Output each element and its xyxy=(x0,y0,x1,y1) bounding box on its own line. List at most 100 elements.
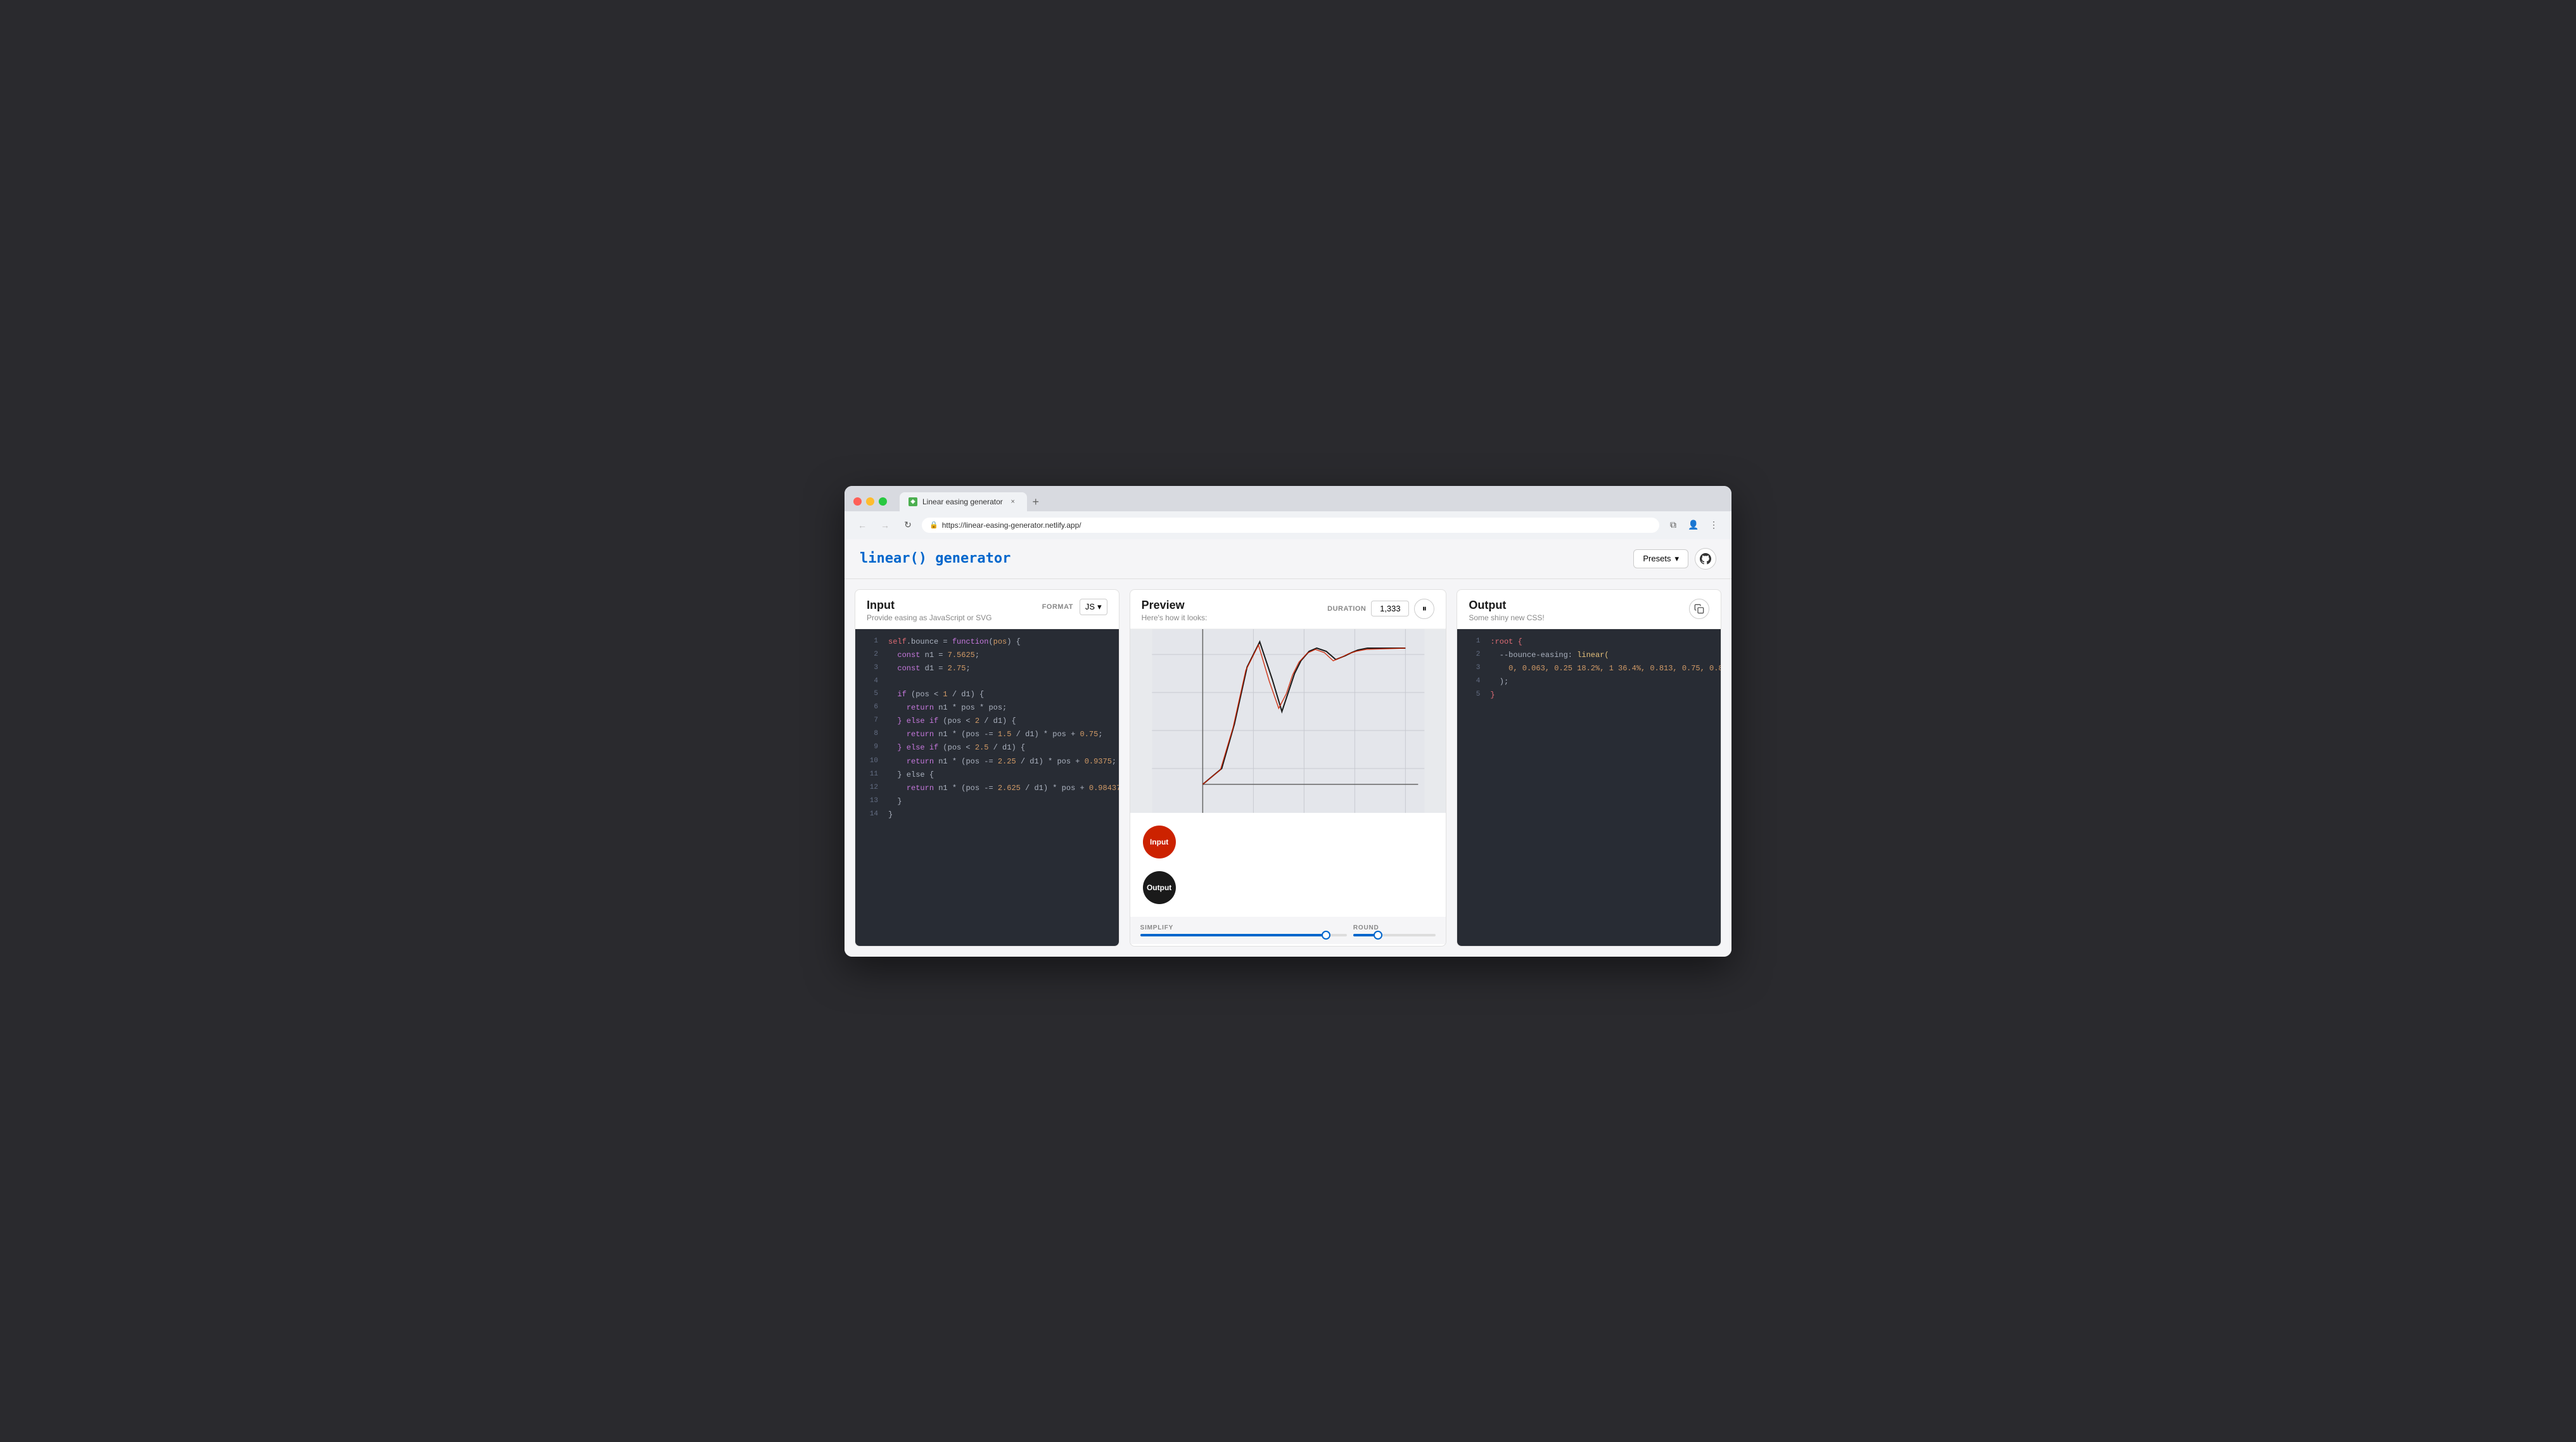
copy-icon xyxy=(1694,604,1704,614)
output-panel-subtitle: Some shiny new CSS! xyxy=(1469,613,1544,622)
tab-bar: ◈ Linear easing generator × + xyxy=(900,492,1723,511)
code-text: } xyxy=(888,809,893,821)
output-code-line: 2 --bounce-easing: linear( xyxy=(1457,649,1721,662)
line-number: 5 xyxy=(1465,689,1480,701)
output-panel-title-group: Output Some shiny new CSS! xyxy=(1469,599,1544,622)
line-number: 10 xyxy=(863,756,878,767)
line-number: 1 xyxy=(863,636,878,648)
code-token xyxy=(888,784,907,793)
line-number: 6 xyxy=(863,702,878,713)
code-text: const d1 = 2.75; xyxy=(888,663,971,675)
maximize-window-button[interactable] xyxy=(879,497,887,506)
code-token: 2 xyxy=(975,717,979,725)
line-number: 4 xyxy=(863,676,878,687)
back-button[interactable]: ← xyxy=(853,516,871,534)
address-bar[interactable]: 🔒 https://linear-easing-generator.netlif… xyxy=(922,518,1659,533)
sliders-row: SIMPLIFY ROUND xyxy=(1130,917,1446,944)
line-number: 2 xyxy=(1465,649,1480,661)
line-number: 3 xyxy=(1465,663,1480,674)
panels: Input Provide easing as JavaScript or SV… xyxy=(845,579,1731,957)
header-actions: Presets ▾ xyxy=(1633,548,1716,570)
code-token: 2.625 xyxy=(998,784,1021,793)
format-chevron-icon: ▾ xyxy=(1097,602,1102,612)
play-pause-button[interactable]: ⏸ xyxy=(1414,599,1434,619)
output-animation-row: Output xyxy=(1143,871,1434,904)
code-token xyxy=(888,664,897,673)
code-text: return n1 * pos * pos; xyxy=(888,702,1007,714)
input-panel-subtitle: Provide easing as JavaScript or SVG xyxy=(867,613,992,622)
presets-button[interactable]: Presets ▾ xyxy=(1633,549,1688,568)
code-token: ( xyxy=(988,637,993,646)
preview-panel-title-group: Preview Here's how it looks: xyxy=(1142,599,1208,622)
round-slider-group: ROUND xyxy=(1353,924,1436,936)
code-line: 7 } else if (pos < 2 / d1) { xyxy=(855,715,1119,728)
code-text: } else if (pos < 2.5 / d1) { xyxy=(888,742,1025,754)
round-track xyxy=(1353,934,1436,936)
simplify-fill xyxy=(1140,934,1327,936)
code-token: n1 = xyxy=(920,651,947,660)
preview-panel-title: Preview xyxy=(1142,599,1208,612)
menu-button[interactable]: ⋮ xyxy=(1705,516,1723,534)
code-editor[interactable]: 1self.bounce = function(pos) {2 const n1… xyxy=(855,629,1119,946)
code-text: } xyxy=(888,796,902,808)
browser-tab-active[interactable]: ◈ Linear easing generator × xyxy=(900,492,1027,511)
code-text: const n1 = 7.5625; xyxy=(888,649,979,661)
minimize-window-button[interactable] xyxy=(866,497,874,506)
simplify-thumb[interactable] xyxy=(1322,931,1330,940)
github-icon xyxy=(1700,553,1711,565)
code-line: 12 return n1 * (pos -= 2.625 / d1) * pos… xyxy=(855,782,1119,795)
code-token: n1 * (pos -= xyxy=(934,757,998,766)
extensions-button[interactable]: ⧉ xyxy=(1664,516,1682,534)
line-number: 5 xyxy=(863,689,878,700)
code-token: / d1) * pos + xyxy=(1016,757,1085,766)
input-panel-title-group: Input Provide easing as JavaScript or SV… xyxy=(867,599,992,622)
input-ball[interactable]: Input xyxy=(1143,826,1176,858)
forward-button[interactable]: → xyxy=(876,516,894,534)
code-line: 10 return n1 * (pos -= 2.25 / d1) * pos … xyxy=(855,755,1119,769)
duration-input[interactable]: 1,333 xyxy=(1371,601,1409,616)
line-number: 1 xyxy=(1465,636,1480,648)
code-token: / d1) * pos + xyxy=(1021,784,1089,793)
code-token xyxy=(888,690,897,699)
code-token: } xyxy=(888,810,893,819)
code-line: 6 return n1 * pos * pos; xyxy=(855,701,1119,715)
format-value: JS xyxy=(1085,602,1095,611)
code-token: (pos < xyxy=(938,717,975,725)
code-text: return n1 * (pos -= 2.625 / d1) * pos + … xyxy=(888,782,1119,794)
code-token: if xyxy=(897,690,906,699)
new-tab-button[interactable]: + xyxy=(1027,494,1045,511)
simplify-label: SIMPLIFY xyxy=(1140,924,1347,931)
code-token: / d1) { xyxy=(979,717,1016,725)
code-text: return n1 * (pos -= 2.25 / d1) * pos + 0… xyxy=(888,756,1116,768)
app-header: linear() generator Presets ▾ xyxy=(845,539,1731,579)
profile-button[interactable]: 👤 xyxy=(1685,516,1702,534)
code-token xyxy=(888,770,897,779)
line-number: 14 xyxy=(863,809,878,820)
code-token: ) { xyxy=(1007,637,1021,646)
app-content: linear() generator Presets ▾ Inpu xyxy=(845,539,1731,957)
code-text: --bounce-easing: linear( xyxy=(1490,649,1609,661)
code-token: 0, 0.063, 0.25 18.2%, 1 36.4%, 0.813, 0.… xyxy=(1490,664,1721,673)
code-line: 2 const n1 = 7.5625; xyxy=(855,649,1119,662)
close-window-button[interactable] xyxy=(853,497,862,506)
code-text: 0, 0.063, 0.25 18.2%, 1 36.4%, 0.813, 0.… xyxy=(1490,663,1721,675)
round-thumb[interactable] xyxy=(1374,931,1382,940)
output-ball-label: Output xyxy=(1147,883,1171,892)
code-token: } xyxy=(888,797,902,806)
preview-panel-subtitle: Here's how it looks: xyxy=(1142,613,1208,622)
input-animation-row: Input xyxy=(1143,826,1434,858)
code-line: 3 const d1 = 2.75; xyxy=(855,662,1119,675)
refresh-button[interactable]: ↻ xyxy=(899,516,917,534)
code-line: 8 return n1 * (pos -= 1.5 / d1) * pos + … xyxy=(855,728,1119,741)
code-token: return xyxy=(907,784,934,793)
code-token xyxy=(888,703,907,712)
github-button[interactable] xyxy=(1695,548,1716,570)
round-label: ROUND xyxy=(1353,924,1436,931)
code-token: ; xyxy=(966,664,970,673)
copy-button[interactable] xyxy=(1689,599,1709,619)
code-token xyxy=(888,743,897,752)
output-ball[interactable]: Output xyxy=(1143,871,1176,904)
format-select[interactable]: JS ▾ xyxy=(1080,599,1107,615)
app-logo: linear() generator xyxy=(860,551,1011,566)
tab-close-button[interactable]: × xyxy=(1008,497,1018,507)
